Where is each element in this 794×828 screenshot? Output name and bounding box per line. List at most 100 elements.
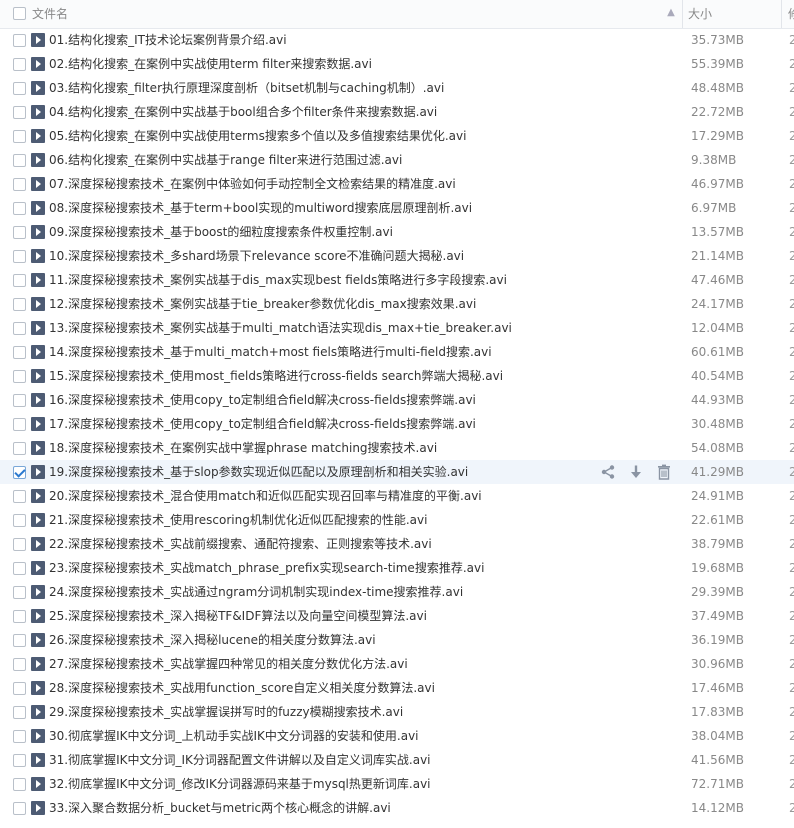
file-row[interactable]: 19.深度探秘搜索技术_基于slop参数实现近似匹配以及原理剖析和相关实验.av… (0, 460, 794, 484)
file-checkbox[interactable] (13, 538, 26, 551)
file-name[interactable]: 17.深度探秘搜索技术_使用copy_to定制组合field解决cross-fi… (49, 412, 476, 436)
select-all-checkbox[interactable] (13, 7, 26, 20)
file-checkbox[interactable] (13, 586, 26, 599)
file-checkbox[interactable] (13, 610, 26, 623)
file-name[interactable]: 07.深度探秘搜索技术_在案例中体验如何手动控制全文检索结果的精准度.avi (49, 172, 456, 196)
file-checkbox[interactable] (13, 106, 26, 119)
file-checkbox[interactable] (13, 634, 26, 647)
delete-icon[interactable] (656, 464, 672, 480)
column-divider[interactable] (781, 0, 782, 28)
file-row[interactable]: 16.深度探秘搜索技术_使用copy_to定制组合field解决cross-fi… (0, 388, 794, 412)
file-name[interactable]: 01.结构化搜索_IT技术论坛案例背景介绍.avi (49, 28, 287, 52)
file-checkbox[interactable] (13, 754, 26, 767)
file-row[interactable]: 28.深度探秘搜索技术_实战用function_score自定义相关度分数算法.… (0, 676, 794, 700)
file-name[interactable]: 19.深度探秘搜索技术_基于slop参数实现近似匹配以及原理剖析和相关实验.av… (49, 460, 468, 484)
file-name[interactable]: 13.深度探秘搜索技术_案例实战基于multi_match语法实现dis_max… (49, 316, 512, 340)
file-name[interactable]: 05.结构化搜索_在案例中实战使用terms搜索多个值以及多值搜索结果优化.av… (49, 124, 466, 148)
file-checkbox[interactable] (13, 178, 26, 191)
file-name[interactable]: 06.结构化搜索_在案例中实战基于range filter来进行范围过滤.avi (49, 148, 402, 172)
file-checkbox[interactable] (13, 274, 26, 287)
file-name[interactable]: 26.深度探秘搜索技术_深入揭秘lucene的相关度分数算法.avi (49, 628, 376, 652)
file-checkbox[interactable] (13, 514, 26, 527)
column-header-filename[interactable]: 文件名 (32, 0, 68, 28)
file-checkbox[interactable] (13, 802, 26, 815)
file-name[interactable]: 09.深度探秘搜索技术_基于boost的细粒度搜索条件权重控制.avi (49, 220, 393, 244)
file-name[interactable]: 31.彻底掌握IK中文分词_IK分词器配置文件讲解以及自定义词库实战.avi (49, 748, 431, 772)
file-checkbox[interactable] (13, 562, 26, 575)
file-checkbox[interactable] (13, 250, 26, 263)
file-name[interactable]: 10.深度探秘搜索技术_多shard场景下relevance score不准确问… (49, 244, 464, 268)
file-name[interactable]: 28.深度探秘搜索技术_实战用function_score自定义相关度分数算法.… (49, 676, 435, 700)
column-divider[interactable] (682, 0, 683, 28)
file-row[interactable]: 30.彻底掌握IK中文分词_上机动手实战IK中文分词器的安装和使用.avi 38.… (0, 724, 794, 748)
file-checkbox[interactable] (13, 682, 26, 695)
file-name[interactable]: 12.深度探秘搜索技术_案例实战基于tie_breaker参数优化dis_max… (49, 292, 476, 316)
file-row[interactable]: 24.深度探秘搜索技术_实战通过ngram分词机制实现index-time搜索推… (0, 580, 794, 604)
download-icon[interactable] (628, 464, 644, 480)
file-name[interactable]: 23.深度探秘搜索技术_实战match_phrase_prefix实现searc… (49, 556, 484, 580)
file-name[interactable]: 24.深度探秘搜索技术_实战通过ngram分词机制实现index-time搜索推… (49, 580, 463, 604)
file-checkbox[interactable] (13, 298, 26, 311)
file-row[interactable]: 20.深度探秘搜索技术_混合使用match和近似匹配实现召回率与精准度的平衡.a… (0, 484, 794, 508)
file-checkbox[interactable] (13, 58, 26, 71)
file-row[interactable]: 11.深度探秘搜索技术_案例实战基于dis_max实现best fields策略… (0, 268, 794, 292)
file-name[interactable]: 29.深度探秘搜索技术_实战掌握误拼写时的fuzzy模糊搜索技术.avi (49, 700, 403, 724)
file-checkbox[interactable] (13, 466, 26, 479)
file-name[interactable]: 18.深度探秘搜索技术_在案例实战中掌握phrase matching搜索技术.… (49, 436, 437, 460)
file-row[interactable]: 22.深度探秘搜索技术_实战前缀搜索、通配符搜索、正则搜索等技术.avi 38.7… (0, 532, 794, 556)
share-icon[interactable] (600, 464, 616, 480)
file-name[interactable]: 33.深入聚合数据分析_bucket与metric两个核心概念的讲解.avi (49, 796, 391, 820)
file-name[interactable]: 11.深度探秘搜索技术_案例实战基于dis_max实现best fields策略… (49, 268, 507, 292)
file-checkbox[interactable] (13, 34, 26, 47)
file-name[interactable]: 02.结构化搜索_在案例中实战使用term filter来搜索数据.avi (49, 52, 372, 76)
file-row[interactable]: 32.彻底掌握IK中文分词_修改IK分词器源码来基于mysql热更新词库.avi… (0, 772, 794, 796)
file-row[interactable]: 27.深度探秘搜索技术_实战掌握四种常见的相关度分数优化方法.avi 30.96M… (0, 652, 794, 676)
file-row[interactable]: 09.深度探秘搜索技术_基于boost的细粒度搜索条件权重控制.avi 13.57… (0, 220, 794, 244)
file-name[interactable]: 32.彻底掌握IK中文分词_修改IK分词器源码来基于mysql热更新词库.avi (49, 772, 431, 796)
file-checkbox[interactable] (13, 322, 26, 335)
file-row[interactable]: 13.深度探秘搜索技术_案例实战基于multi_match语法实现dis_max… (0, 316, 794, 340)
file-checkbox[interactable] (13, 346, 26, 359)
file-row[interactable]: 03.结构化搜索_filter执行原理深度剖析（bitset机制与caching… (0, 76, 794, 100)
file-row[interactable]: 23.深度探秘搜索技术_实战match_phrase_prefix实现searc… (0, 556, 794, 580)
file-checkbox[interactable] (13, 202, 26, 215)
file-row[interactable]: 14.深度探秘搜索技术_基于multi_match+most fiels策略进行… (0, 340, 794, 364)
file-checkbox[interactable] (13, 442, 26, 455)
file-row[interactable]: 31.彻底掌握IK中文分词_IK分词器配置文件讲解以及自定义词库实战.avi 41… (0, 748, 794, 772)
file-name[interactable]: 25.深度探秘搜索技术_深入揭秘TF&IDF算法以及向量空间模型算法.avi (49, 604, 427, 628)
column-header-modified[interactable]: 修 (788, 0, 794, 28)
file-name[interactable]: 21.深度探秘搜索技术_使用rescoring机制优化近似匹配搜索的性能.avi (49, 508, 427, 532)
file-row[interactable]: 12.深度探秘搜索技术_案例实战基于tie_breaker参数优化dis_max… (0, 292, 794, 316)
file-checkbox[interactable] (13, 658, 26, 671)
file-checkbox[interactable] (13, 394, 26, 407)
file-checkbox[interactable] (13, 154, 26, 167)
file-checkbox[interactable] (13, 226, 26, 239)
file-row[interactable]: 17.深度探秘搜索技术_使用copy_to定制组合field解决cross-fi… (0, 412, 794, 436)
file-name[interactable]: 15.深度探秘搜索技术_使用most_fields策略进行cross-field… (49, 364, 503, 388)
file-row[interactable]: 33.深入聚合数据分析_bucket与metric两个核心概念的讲解.avi 14… (0, 796, 794, 820)
file-row[interactable]: 07.深度探秘搜索技术_在案例中体验如何手动控制全文检索结果的精准度.avi 46… (0, 172, 794, 196)
file-name[interactable]: 27.深度探秘搜索技术_实战掌握四种常见的相关度分数优化方法.avi (49, 652, 408, 676)
file-checkbox[interactable] (13, 370, 26, 383)
file-name[interactable]: 20.深度探秘搜索技术_混合使用match和近似匹配实现召回率与精准度的平衡.a… (49, 484, 482, 508)
file-checkbox[interactable] (13, 130, 26, 143)
file-row[interactable]: 02.结构化搜索_在案例中实战使用term filter来搜索数据.avi 55.… (0, 52, 794, 76)
file-row[interactable]: 05.结构化搜索_在案例中实战使用terms搜索多个值以及多值搜索结果优化.av… (0, 124, 794, 148)
file-checkbox[interactable] (13, 706, 26, 719)
file-row[interactable]: 15.深度探秘搜索技术_使用most_fields策略进行cross-field… (0, 364, 794, 388)
file-checkbox[interactable] (13, 418, 26, 431)
sort-arrow-icon[interactable]: ▲ (666, 6, 676, 20)
column-header-size[interactable]: 大小 (688, 0, 712, 28)
file-name[interactable]: 30.彻底掌握IK中文分词_上机动手实战IK中文分词器的安装和使用.avi (49, 724, 419, 748)
file-row[interactable]: 26.深度探秘搜索技术_深入揭秘lucene的相关度分数算法.avi 36.19M… (0, 628, 794, 652)
file-checkbox[interactable] (13, 778, 26, 791)
file-row[interactable]: 04.结构化搜索_在案例中实战基于bool组合多个filter条件来搜索数据.a… (0, 100, 794, 124)
file-checkbox[interactable] (13, 730, 26, 743)
file-row[interactable]: 10.深度探秘搜索技术_多shard场景下relevance score不准确问… (0, 244, 794, 268)
file-row[interactable]: 01.结构化搜索_IT技术论坛案例背景介绍.avi 35.73MB 2 (0, 28, 794, 52)
file-checkbox[interactable] (13, 490, 26, 503)
file-name[interactable]: 04.结构化搜索_在案例中实战基于bool组合多个filter条件来搜索数据.a… (49, 100, 437, 124)
file-row[interactable]: 29.深度探秘搜索技术_实战掌握误拼写时的fuzzy模糊搜索技术.avi 17.8… (0, 700, 794, 724)
file-name[interactable]: 14.深度探秘搜索技术_基于multi_match+most fiels策略进行… (49, 340, 492, 364)
file-checkbox[interactable] (13, 82, 26, 95)
